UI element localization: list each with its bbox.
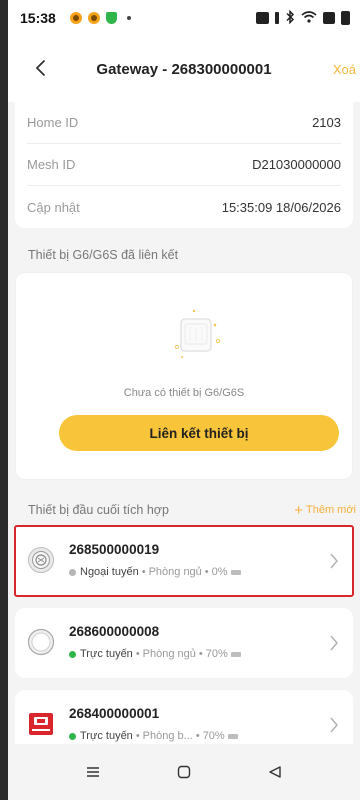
meta-separator: •: [141, 566, 146, 578]
page-title: Gateway - 268300000001: [96, 60, 272, 78]
status-bar-right: [256, 9, 350, 27]
smoke-detector-icon: [27, 546, 55, 574]
status-time: 15:38: [20, 10, 56, 26]
info-row-updated: Cập nhật 15:35:09 18/06/2026: [27, 186, 341, 228]
linked-devices-section-title: Thiết bị G6/G6S đã liên kết: [28, 248, 179, 262]
device-status: Ngoại tuyến: [80, 566, 139, 578]
device-status: Trực tuyến: [80, 730, 133, 742]
plus-icon: +: [294, 501, 303, 519]
wifi-icon: [301, 10, 317, 26]
status-bar: 15:38: [8, 0, 360, 36]
device-status: Trực tuyến: [80, 648, 133, 660]
device-battery: 0%: [211, 566, 228, 578]
device-battery: 70%: [202, 730, 225, 742]
status-bar-left: 15:38: [20, 10, 131, 26]
device-name: 268500000019: [69, 542, 160, 557]
offline-status-dot-icon: [69, 568, 76, 576]
device-meta: Trực tuyến • Phòng b... • 70%: [69, 730, 238, 742]
gateway-info-card: Home ID 2103 Mesh ID D21030000000 Cập nh…: [15, 102, 353, 228]
system-navigation-bar: [8, 744, 360, 800]
back-chevron-icon[interactable]: [30, 56, 52, 80]
device-room: Phòng ngủ: [148, 566, 202, 578]
meta-separator: •: [135, 648, 140, 660]
device-meta: Trực tuyến • Phòng ngủ • 70%: [69, 648, 241, 660]
chevron-right-icon: [329, 716, 339, 734]
signal-icon: [323, 12, 335, 24]
info-label: Cập nhật: [27, 199, 80, 215]
system-back-icon[interactable]: [262, 759, 288, 785]
battery-level-icon: [227, 733, 238, 739]
device-name: 268600000008: [69, 624, 160, 639]
info-value: D21030000000: [252, 157, 341, 172]
meta-separator: •: [198, 648, 203, 660]
notification-app-icon: [69, 12, 82, 24]
device-frame-edge: [0, 0, 8, 800]
home-icon[interactable]: [171, 759, 197, 785]
fire-alarm-button-icon: [27, 710, 55, 738]
battery-level-icon: [230, 651, 241, 657]
device-room: Phòng ngủ: [142, 648, 196, 660]
meta-separator: •: [195, 730, 200, 742]
vibrate-icon: [275, 12, 279, 24]
app-screen: 15:38 Gateway - 268300000001 Xoá Home ID…: [8, 0, 360, 800]
add-new-button[interactable]: + Thêm mới: [294, 501, 356, 519]
info-value: 15:35:09 18/06/2026: [221, 199, 341, 215]
delete-button[interactable]: Xoá: [333, 62, 356, 77]
chevron-right-icon: [329, 634, 339, 652]
recent-apps-icon[interactable]: [80, 759, 106, 785]
info-value: 2103: [312, 115, 341, 130]
empty-device-illustration-icon: [168, 307, 224, 363]
online-status-dot-icon: [69, 732, 76, 740]
battery-icon: [341, 11, 350, 25]
meta-separator: •: [135, 730, 140, 742]
info-label: Home ID: [27, 115, 79, 130]
info-row-mesh-id: Mesh ID D21030000000: [27, 144, 341, 186]
device-item[interactable]: 268600000008 Trực tuyến • Phòng ngủ • 70…: [15, 608, 353, 678]
meta-separator: •: [204, 566, 209, 578]
link-device-button[interactable]: Liên kết thiết bị: [59, 415, 339, 451]
shield-icon: [105, 12, 117, 24]
device-name: 268400000001: [69, 706, 160, 721]
terminal-devices-header: Thiết bị đầu cuối tích hợp + Thêm mới: [8, 500, 360, 520]
nfc-icon: [256, 12, 269, 24]
device-meta: Ngoại tuyến • Phòng ngủ • 0%: [69, 566, 241, 578]
device-battery: 70%: [205, 648, 228, 660]
notification-app-icon: [87, 12, 100, 24]
info-label: Mesh ID: [27, 157, 76, 172]
round-sensor-icon: [27, 628, 55, 656]
terminal-devices-section-title: Thiết bị đầu cuối tích hợp: [28, 503, 169, 517]
terminal-device-list: 268500000019 Ngoại tuyến • Phòng ngủ • 0…: [8, 525, 360, 760]
chevron-right-icon: [329, 552, 339, 570]
info-row-home-id: Home ID 2103: [27, 102, 341, 144]
top-app-bar: Gateway - 268300000001 Xoá: [8, 36, 360, 102]
online-status-dot-icon: [69, 650, 76, 658]
battery-level-icon: [230, 569, 241, 575]
linked-devices-empty-card: Chưa có thiết bị G6/G6S Liên kết thiết b…: [15, 272, 353, 480]
empty-state-text: Chưa có thiết bị G6/G6S: [123, 387, 245, 399]
device-item[interactable]: 268500000019 Ngoại tuyến • Phòng ngủ • 0…: [14, 525, 354, 597]
more-notifications-dot-icon: [126, 16, 131, 20]
add-new-label: Thêm mới: [306, 504, 356, 516]
device-room: Phòng b...: [142, 730, 193, 742]
bluetooth-icon: [285, 9, 295, 27]
